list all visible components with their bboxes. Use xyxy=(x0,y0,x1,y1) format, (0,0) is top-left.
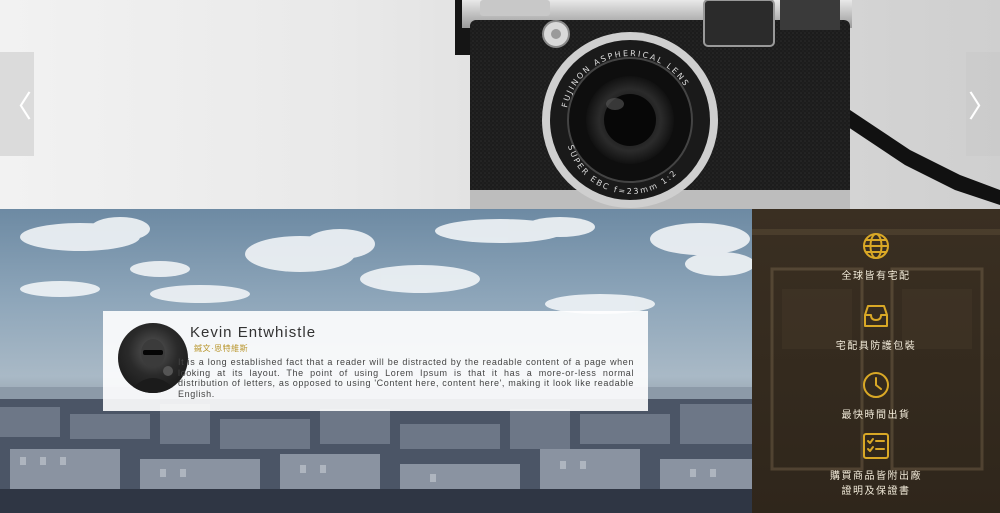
feature-worldwide-delivery: 全球皆有宅配 xyxy=(752,231,1000,284)
slider-next-button[interactable]: 〉 xyxy=(966,52,1000,156)
feature-warranty-certificate: 購買商品皆附出廠 證明及保證書 xyxy=(752,431,1000,499)
feature-label: 全球皆有宅配 xyxy=(841,271,911,282)
features-panel: 全球皆有宅配 宅配具防護包裝 最快時間出貨 購買商品皆附出廠 證明及保證書 xyxy=(752,209,1000,513)
checklist-icon xyxy=(863,433,889,459)
globe-icon xyxy=(863,233,889,259)
city-background: Kevin Entwhistle 鍼文·恩特維斯 It is a long es… xyxy=(0,209,752,513)
testimonial-subtitle: 鍼文·恩特維斯 xyxy=(194,344,249,353)
testimonial-body: It is a long established fact that a rea… xyxy=(178,357,634,399)
camera-photo: FUJINON ASPHERICAL LENS SUPER EBC f=23mm… xyxy=(455,0,1000,209)
testimonial-name: Kevin Entwhistle xyxy=(190,324,317,341)
feature-fast-shipping: 最快時間出貨 xyxy=(752,370,1000,423)
feature-label: 購買商品皆附出廠 證明及保證書 xyxy=(830,471,922,497)
testimonial-card: Kevin Entwhistle 鍼文·恩特維斯 It is a long es… xyxy=(103,311,648,411)
feature-protective-packaging: 宅配具防護包裝 xyxy=(752,301,1000,354)
clock-icon xyxy=(863,372,889,398)
slider-prev-button[interactable]: 〈 xyxy=(0,52,34,156)
hero-slider: FUJINON ASPHERICAL LENS SUPER EBC f=23mm… xyxy=(0,0,1000,209)
tray-icon xyxy=(864,305,888,327)
feature-label: 最快時間出貨 xyxy=(841,410,911,421)
feature-label: 宅配具防護包裝 xyxy=(835,341,917,352)
